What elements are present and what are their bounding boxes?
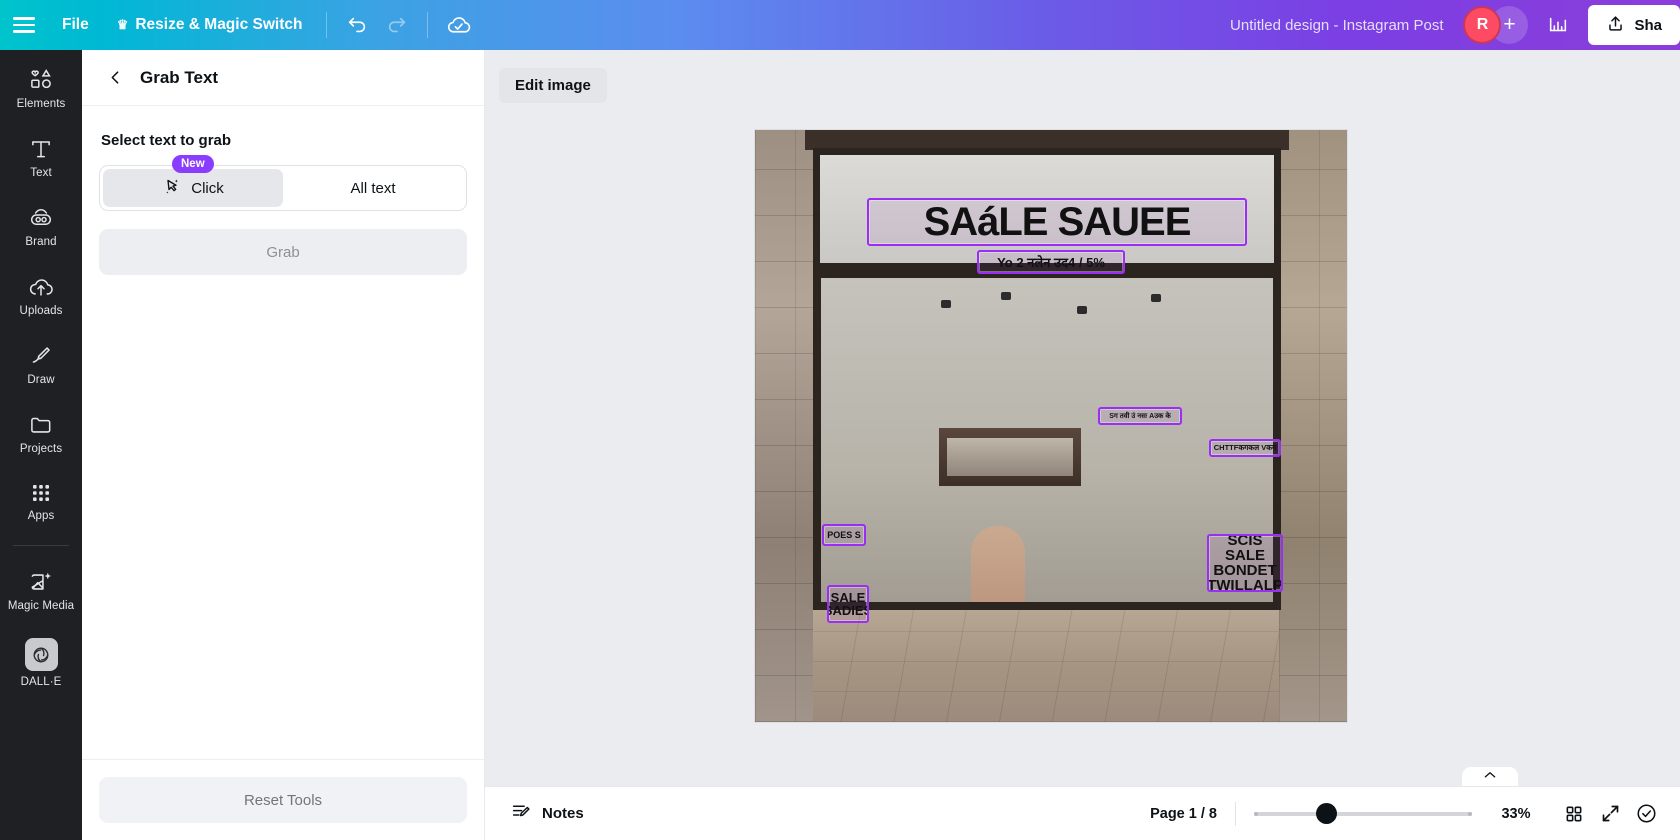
stone-wall-right <box>1279 130 1347 722</box>
sidebar-item-label: Magic Media <box>7 600 75 612</box>
design-title[interactable]: Untitled design - Instagram Post <box>1218 9 1455 41</box>
resize-magic-switch-button[interactable]: ♛ Resize & Magic Switch <box>103 8 317 42</box>
grab-mode-segmented-control: New Click All text <box>99 155 467 211</box>
resize-magic-switch-label: Resize & Magic Switch <box>135 16 303 33</box>
top-toolbar: File ♛ Resize & Magic Switch Untitled de… <box>0 0 1680 50</box>
upload-icon <box>1606 14 1625 37</box>
tab-all-text-label: All text <box>350 179 396 197</box>
sidebar-item-label: Draw <box>27 374 55 386</box>
detected-text-box[interactable]: CHTTFकगकल Vकग <box>1209 439 1281 457</box>
page-indicator: Page 1 / 8 <box>1150 805 1217 822</box>
sidebar-item-projects[interactable]: Projects <box>5 403 77 462</box>
folder-icon <box>28 412 54 438</box>
detected-text-box[interactable]: Yo 2 नलेन उद4 / 5% <box>977 250 1125 274</box>
redo-icon[interactable] <box>377 5 417 45</box>
grid-apps-icon <box>29 481 53 505</box>
brand-co-icon <box>28 205 54 231</box>
sidewalk <box>755 608 1347 722</box>
canvas-area: Edit image SAáLE SAUEE Yo 2 नलेन उद4 / 5… <box>485 50 1680 840</box>
select-text-label: Select text to grab <box>101 132 232 149</box>
chevron-left-icon[interactable] <box>104 67 126 89</box>
file-menu-label: File <box>62 16 89 33</box>
sidebar-item-label: Brand <box>25 236 57 248</box>
zoom-slider-handle[interactable] <box>1316 803 1337 824</box>
sidebar-item-label: Apps <box>27 510 55 522</box>
panel-body: Select text to grab New Click All text G… <box>82 106 484 759</box>
sidebar-item-brand[interactable]: Brand <box>5 196 77 255</box>
sidebar-item-magic-media[interactable]: Magic Media <box>5 560 77 619</box>
mannequin <box>971 526 1025 602</box>
artboard-page-1[interactable]: SAáLE SAUEE Yo 2 नलेन उद4 / 5% Sग तवी उं… <box>755 130 1347 722</box>
bar-chart-icon[interactable] <box>1538 5 1578 45</box>
hamburger-icon[interactable] <box>0 0 48 50</box>
cloud-check-icon[interactable] <box>438 5 478 45</box>
notes-icon <box>511 801 532 826</box>
shapes-icon <box>28 67 54 93</box>
magic-image-icon <box>28 569 54 595</box>
chevron-up-icon <box>1483 766 1497 784</box>
sidebar-item-label: Uploads <box>19 305 63 317</box>
page-title: Grab Text <box>140 67 219 87</box>
bottombar-divider <box>1235 801 1236 826</box>
notes-button[interactable]: Notes <box>501 794 594 833</box>
tab-click[interactable]: Click <box>103 169 283 207</box>
toolbar-divider-1 <box>326 12 328 38</box>
panel-header: Grab Text <box>82 50 484 106</box>
sidebar-item-draw[interactable]: Draw <box>5 334 77 393</box>
openai-icon <box>24 638 58 671</box>
detected-text-box[interactable]: Sग तवी उं नसः Aउक के <box>1098 407 1182 425</box>
pen-icon <box>28 343 54 369</box>
grab-text-panel: Grab Text Select text to grab New Click <box>82 50 485 840</box>
cursor-sparkle-icon <box>162 176 182 200</box>
sidebar-item-label: Text <box>30 167 52 179</box>
sidebar-item-apps[interactable]: Apps <box>5 472 77 529</box>
stone-wall-left <box>755 130 813 722</box>
text-t-icon <box>28 136 54 162</box>
sidebar-item-dalle[interactable]: DALL·E <box>5 629 77 695</box>
sidebar-item-text[interactable]: Text <box>5 127 77 186</box>
file-menu-button[interactable]: File <box>48 8 103 42</box>
storefront-header-band <box>805 130 1289 150</box>
sidebar-item-label: DALL·E <box>20 676 62 688</box>
grab-button[interactable]: Grab <box>99 229 467 275</box>
upload-cloud-icon <box>28 274 54 300</box>
sidebar-item-label: Projects <box>19 443 63 455</box>
edit-image-button[interactable]: Edit image <box>499 68 607 103</box>
detected-text-box[interactable]: SALE SADIES <box>827 585 869 623</box>
collaborators: R + <box>1463 6 1529 44</box>
grid-view-icon[interactable] <box>1556 796 1592 832</box>
share-label: Sha <box>1634 16 1662 34</box>
expand-icon[interactable] <box>1592 796 1628 832</box>
collapse-panel-button[interactable] <box>1462 767 1518 786</box>
sidebar-item-label: Elements <box>16 98 66 110</box>
shop-window <box>821 278 1273 602</box>
share-button[interactable]: Sha <box>1588 5 1680 45</box>
bottom-toolbar: Notes Page 1 / 8 33% <box>485 786 1680 840</box>
undo-icon[interactable] <box>337 5 377 45</box>
panel-footer: Reset Tools <box>82 759 484 840</box>
zoom-level[interactable]: 33% <box>1492 806 1540 822</box>
detected-text-box[interactable]: SCIS SALE BONDET TWILLALP <box>1207 534 1283 592</box>
sidebar-item-uploads[interactable]: Uploads <box>5 265 77 324</box>
detected-text-box[interactable]: SAáLE SAUEE <box>867 198 1247 246</box>
canva-editor-window: File ♛ Resize & Magic Switch Untitled de… <box>0 0 1680 840</box>
detected-text-box[interactable]: POES S <box>822 524 866 546</box>
artboard-wrapper: SAáLE SAUEE Yo 2 नलेन उद4 / 5% Sग तवी उं… <box>755 130 1347 722</box>
new-badge: New <box>172 155 214 174</box>
toolbar-divider-2 <box>427 12 429 38</box>
tab-all-text[interactable]: All text <box>283 169 463 207</box>
rail-divider <box>13 545 69 546</box>
crown-icon: ♛ <box>116 17 129 32</box>
notes-label: Notes <box>542 805 584 822</box>
zoom-slider[interactable] <box>1254 803 1472 824</box>
check-circle-icon[interactable] <box>1628 796 1664 832</box>
reset-tools-button[interactable]: Reset Tools <box>99 777 467 823</box>
sidebar-item-elements[interactable]: Elements <box>5 58 77 117</box>
tab-click-label: Click <box>191 179 224 197</box>
left-rail: Elements Text Brand Uploads Draw Project… <box>0 50 82 840</box>
